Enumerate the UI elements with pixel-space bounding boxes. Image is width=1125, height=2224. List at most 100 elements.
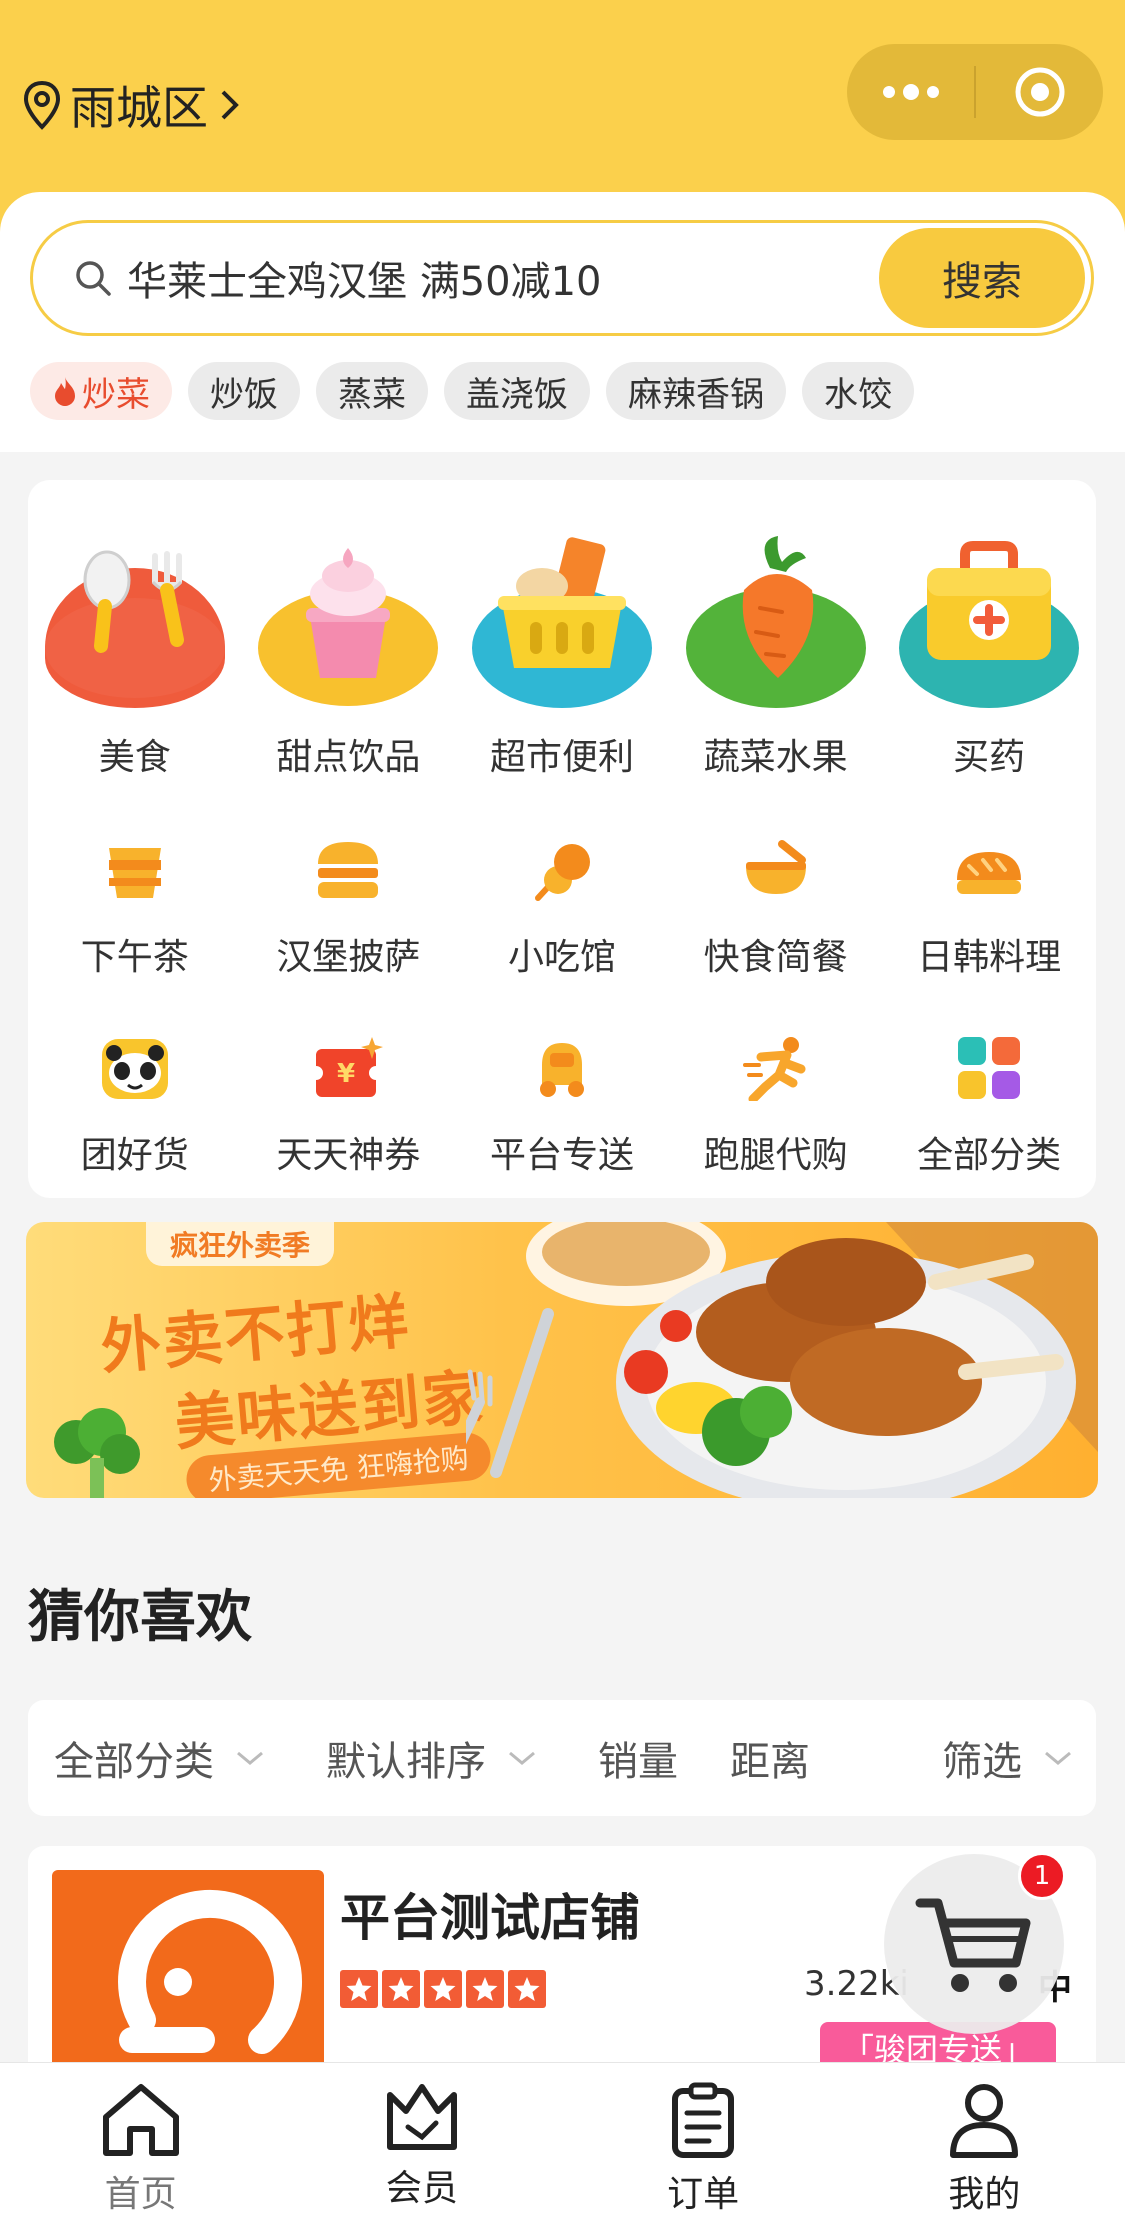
category-food[interactable]: 美食 (40, 528, 230, 780)
location-selector[interactable]: 雨城区 (22, 72, 250, 138)
filter-label: 默认排序 (326, 1739, 486, 1785)
category-snacks[interactable]: 小吃馆 (467, 828, 657, 980)
filter-bar: 全部分类 默认排序 销量 距离 筛选 (28, 1700, 1096, 1816)
filter-default-sort[interactable]: 默认排序 (326, 1729, 536, 1787)
tab-member[interactable]: 会员 (281, 2063, 562, 2224)
category-label: 团好货 (80, 1135, 189, 1176)
category-label: 下午茶 (80, 937, 189, 978)
location-label: 雨城区 (70, 81, 208, 135)
promo-banner[interactable]: 疯狂外卖季 外卖不打烊 美味送到家 外卖天天免 狂嗨抢购 (26, 1222, 1098, 1498)
hot-tag-fried-rice[interactable]: 炒饭 (188, 362, 300, 420)
category-japanese-korean[interactable]: 日韩料理 (894, 828, 1084, 980)
fork-spoon-icon (44, 528, 225, 708)
broccoli-illustration (54, 1408, 140, 1498)
chevron-down-icon (509, 1751, 535, 1765)
category-platform-delivery[interactable]: 平台专送 (467, 1026, 657, 1178)
user-icon (950, 2084, 1019, 2158)
category-daily-coupons[interactable]: ¥ 天天神券 (253, 1026, 443, 1178)
category-label: 平台专送 (489, 1135, 634, 1176)
hot-tag-spicy-pot[interactable]: 麻辣香锅 (606, 362, 786, 420)
bowl-icon (734, 828, 818, 912)
category-label: 蔬菜水果 (703, 737, 848, 778)
ice-cream-icon (258, 528, 439, 708)
cart-count-badge: 1 (1018, 1852, 1066, 1900)
close-miniprogram-button[interactable] (976, 44, 1103, 140)
shop-name: 平台测试店铺 (340, 1889, 640, 1947)
category-supermarket[interactable]: 超市便利 (467, 528, 657, 780)
category-label: 快食简餐 (703, 937, 848, 978)
search-button[interactable]: 搜索 (879, 228, 1085, 328)
category-errands[interactable]: 跑腿代购 (681, 1026, 871, 1178)
category-all[interactable]: 全部分类 (894, 1026, 1084, 1178)
hot-tag-stir-fry[interactable]: 炒菜 (30, 362, 172, 420)
scooter-icon (520, 1026, 604, 1110)
category-label: 天天神券 (276, 1135, 421, 1176)
target-close-icon (1015, 67, 1064, 117)
category-label: 汉堡披萨 (276, 937, 421, 978)
shopping-cart-icon (915, 1898, 1031, 1992)
more-dots-icon (882, 84, 939, 100)
tab-label: 首页 (104, 2174, 177, 2215)
category-label: 跑腿代购 (703, 1135, 848, 1176)
category-row-2: 下午茶 汉堡披萨 小吃馆 快食简餐 日韩料理 (28, 828, 1096, 980)
grid-icon (947, 1026, 1031, 1110)
category-fast-food[interactable]: 快食简餐 (681, 828, 871, 980)
panda-icon (93, 1026, 177, 1110)
chevron-down-icon (1045, 1751, 1071, 1765)
star-icon (382, 1970, 420, 2008)
tab-label: 会员 (385, 2168, 458, 2209)
category-burger-pizza[interactable]: 汉堡披萨 (253, 828, 443, 980)
runner-icon (734, 1026, 818, 1110)
category-label: 日韩料理 (917, 937, 1062, 978)
chevron-down-icon (237, 1751, 263, 1765)
crown-icon (386, 2084, 457, 2150)
bottom-tab-bar: 首页 会员 订单 我的 (0, 2062, 1125, 2224)
tab-label: 我的 (948, 2174, 1021, 2215)
filter-all-categories[interactable]: 全部分类 (54, 1729, 264, 1787)
category-label: 全部分类 (917, 1135, 1062, 1176)
tab-profile[interactable]: 我的 (844, 2063, 1125, 2224)
burger-icon (306, 828, 390, 912)
medicine-box-icon (899, 528, 1080, 708)
search-icon (76, 261, 111, 296)
category-dessert-drinks[interactable]: 甜点饮品 (253, 528, 443, 780)
basket-icon (471, 528, 652, 708)
home-icon (102, 2084, 179, 2156)
category-vegetables-fruit[interactable]: 蔬菜水果 (681, 528, 871, 780)
sushi-icon (947, 828, 1031, 912)
star-icon (466, 1970, 504, 2008)
category-group-goods[interactable]: 团好货 (40, 1026, 230, 1178)
main-category-row: 美食 甜点饮品 超市便利 蔬菜水果 买药 (28, 528, 1096, 780)
banner-tag: 疯狂外卖季 (146, 1222, 335, 1266)
filter-label: 全部分类 (54, 1739, 214, 1785)
miniprogram-capsule (847, 44, 1103, 140)
hot-tag-steamed[interactable]: 蒸菜 (316, 362, 428, 420)
search-placeholder: 华莱士全鸡汉堡 满50减10 (127, 259, 602, 305)
filter-label: 筛选 (942, 1739, 1022, 1785)
cup-icon (93, 828, 177, 912)
hot-tag-dumplings[interactable]: 水饺 (802, 362, 914, 420)
fried-chicken-plate-illustration (466, 1222, 1098, 1498)
hot-tag-rice-bowl[interactable]: 盖浇饭 (444, 362, 590, 420)
hot-tag-label: 炒菜 (82, 374, 150, 415)
star-icon (340, 1970, 378, 2008)
tab-home[interactable]: 首页 (0, 2063, 281, 2224)
skewer-icon (520, 828, 604, 912)
svg-text:¥: ¥ (337, 1059, 355, 1089)
filter-sales[interactable]: 销量 (598, 1729, 678, 1787)
filter-distance[interactable]: 距离 (730, 1729, 810, 1787)
star-icon (424, 1970, 462, 2008)
more-button[interactable] (847, 44, 974, 140)
filter-advanced[interactable]: 筛选 (942, 1729, 1072, 1787)
hot-tags: 炒菜 炒饭 蒸菜 盖浇饭 麻辣香锅 水饺 (30, 362, 914, 420)
tab-label: 订单 (667, 2174, 740, 2215)
category-afternoon-tea[interactable]: 下午茶 (40, 828, 230, 980)
category-label: 甜点饮品 (276, 737, 421, 778)
category-label: 超市便利 (489, 737, 634, 778)
search-bar[interactable]: 华莱士全鸡汉堡 满50减10 搜索 (30, 220, 1094, 336)
carrot-icon (685, 528, 866, 708)
tab-orders[interactable]: 订单 (563, 2063, 844, 2224)
category-medicine[interactable]: 买药 (894, 528, 1084, 780)
chevron-right-icon (221, 90, 239, 120)
order-icon (672, 2082, 735, 2158)
